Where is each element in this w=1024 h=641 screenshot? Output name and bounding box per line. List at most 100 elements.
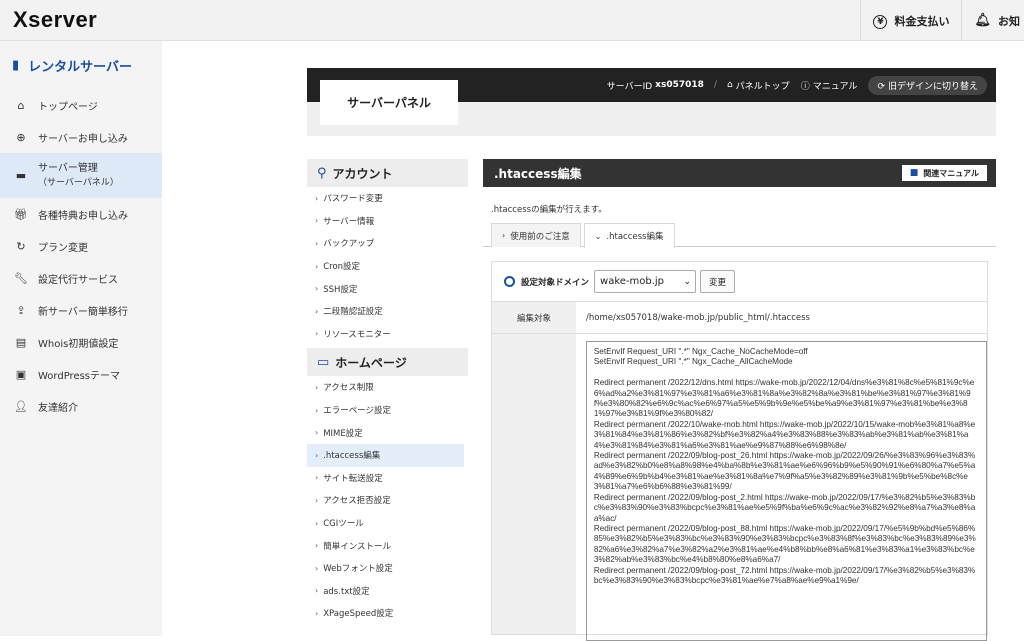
chevron-right-icon: › <box>315 608 319 618</box>
account-section-header: ⚲ アカウント <box>307 159 468 187</box>
menu-item-label: サーバー情報 <box>323 216 375 227</box>
sidebar-item-server-management[interactable]: ▬ サーバー管理 （サーバーパネル） <box>0 153 162 198</box>
chevron-right-icon: › <box>315 284 319 294</box>
menu-item-label: Cron設定 <box>323 262 361 273</box>
yen-icon: ¥ <box>873 13 888 29</box>
server-id-value: xs057018 <box>655 80 704 90</box>
menu-item[interactable]: › Cron設定 <box>307 255 468 278</box>
menu-item[interactable]: › アクセス制限 <box>307 376 468 399</box>
chevron-right-icon: › <box>315 428 319 438</box>
menu-item[interactable]: › エラーページ設定 <box>307 399 468 422</box>
menu-item[interactable]: › リソースモニター <box>307 323 468 346</box>
menu-item-label: ads.txt設定 <box>323 586 370 597</box>
manual-link[interactable]: マニュアル <box>813 79 858 92</box>
sidebar-item-top[interactable]: ⌂ トップページ <box>0 89 162 121</box>
sidebar-item-benefits[interactable]: 🎁︎ 各種特典お申し込み <box>0 198 162 230</box>
target-row: 編集対象 /home/xs057018/wake-mob.jp/public_h… <box>492 302 987 334</box>
notifications-button[interactable]: 🔔︎ お知 <box>961 0 1024 41</box>
htaccess-editor[interactable]: SetEnvIf Request_URI ".*" Ngx_Cache_NoCa… <box>585 341 987 641</box>
chevron-right-icon: › <box>315 563 319 573</box>
book-icon: ■ <box>909 168 919 178</box>
menu-item[interactable]: › .htaccess編集 <box>307 443 464 467</box>
sidebar-item-setup-service[interactable]: 🔧︎ 設定代行サービス <box>0 262 162 294</box>
payment-button[interactable]: ¥ 料金支払い <box>860 0 961 41</box>
homepage-section-header: ▭ ホームページ <box>307 348 468 377</box>
menu-item[interactable]: › パスワード変更 <box>307 187 468 210</box>
menu-item[interactable]: › サーバー情報 <box>307 210 468 233</box>
homepage-menu-list: › アクセス制限 › エラーページ設定 › MIME設定 › .htaccess編集 › サイト転… <box>307 376 468 625</box>
sidebar-item-server-order[interactable]: ⊕ サーバーお申し込み <box>0 121 162 153</box>
change-button[interactable]: 変更 <box>700 270 736 293</box>
domain-radio[interactable] <box>504 276 515 287</box>
server-icon: ▬ <box>15 169 27 182</box>
menu-item-label: SSH設定 <box>323 284 358 295</box>
panel-header-links: サーバーID xs057018 / ⌂ パネルトップ ⓘ マニュアル ⟳ 旧デザイ… <box>607 75 987 95</box>
menu-item[interactable]: › バックアップ <box>307 232 468 255</box>
top-bar: Xserver ¥ 料金支払い 🔔︎ お知 <box>0 0 1024 41</box>
content-tabs: › 使用前のご注意 ⌄ .htaccess編集 <box>483 223 996 248</box>
account-icon: ⚲ <box>317 165 327 181</box>
top-right-actions: ¥ 料金支払い 🔔︎ お知 <box>860 0 1024 41</box>
menu-item[interactable]: › 簡単インストール <box>307 534 468 557</box>
sidebar-item-wordpress-theme[interactable]: ▣ WordPressテーマ <box>0 358 162 390</box>
tab-htaccess-edit[interactable]: ⌄ .htaccess編集 <box>583 223 675 248</box>
chevron-right-icon: › <box>315 238 319 248</box>
chevron-right-icon: › <box>315 586 319 596</box>
menu-item-label: サイト転送設定 <box>323 473 383 484</box>
target-label: 編集対象 <box>492 302 576 333</box>
menu-item-label: Webフォント設定 <box>323 564 393 575</box>
menu-item[interactable]: › サイト転送設定 <box>307 467 468 490</box>
sidebar-item-migration[interactable]: ⇪ 新サーバー簡単移行 <box>0 294 162 326</box>
domain-select[interactable]: wake-mob.jp ⌄ <box>594 270 697 293</box>
help-icon: ⓘ <box>800 81 810 92</box>
menu-item-label: パスワード変更 <box>323 194 383 205</box>
menu-item[interactable]: › MIME設定 <box>307 421 468 444</box>
sidebar-title[interactable]: ▮ レンタルサーバー <box>0 41 162 89</box>
chevron-right-icon: › <box>315 495 319 505</box>
menu-item-label: MIME設定 <box>323 428 363 439</box>
friend-icon: 👤︎ <box>14 399 28 413</box>
chevron-right-icon: › <box>315 518 319 528</box>
menu-item[interactable]: › 二段階認証設定 <box>307 300 468 323</box>
menu-item-label: XPageSpeed設定 <box>323 609 394 620</box>
tab-notes[interactable]: › 使用前のご注意 <box>491 223 581 247</box>
sidebar: ▮ レンタルサーバー ⌂ トップページ ⊕ サーバーお申し込み ▬ サーバー管理… <box>0 41 162 636</box>
page-title: .htaccess編集 <box>494 166 582 181</box>
menu-item[interactable]: › ads.txt設定 <box>307 580 468 603</box>
menu-item-label: リソースモニター <box>323 329 391 340</box>
menu-item[interactable]: › XPageSpeed設定 <box>307 602 468 625</box>
rental-server-icon: ▮ <box>12 57 20 73</box>
menu-item[interactable]: › SSH設定 <box>307 277 468 300</box>
chevron-right-icon: › <box>315 261 319 271</box>
wrench-icon: 🔧︎ <box>14 271 28 285</box>
old-design-button[interactable]: ⟳ 旧デザインに切り替え <box>868 75 987 95</box>
chevron-right-icon: › <box>315 329 319 339</box>
panel-top-link[interactable]: パネルトップ <box>736 79 790 92</box>
document-icon: ▤ <box>15 335 27 349</box>
xserver-logo[interactable]: Xserver <box>13 7 97 33</box>
migrate-icon: ⇪ <box>16 303 26 317</box>
menu-item[interactable]: › CGIツール <box>307 512 468 535</box>
chevron-right-icon: › <box>315 382 319 392</box>
sidebar-item-plan-change[interactable]: ↻ プラン変更 <box>0 230 162 262</box>
server-id-label: サーバーID <box>606 81 653 92</box>
chevron-right-icon: › <box>315 541 319 551</box>
switch-icon: ⟳ <box>877 81 885 92</box>
refresh-icon: ↻ <box>16 239 26 253</box>
related-manual-button[interactable]: ■ 関連マニュアル <box>901 165 987 181</box>
content-title-bar: .htaccess編集 ■ 関連マニュアル <box>483 159 996 187</box>
target-path: /home/xs057018/wake-mob.jp/public_html/.… <box>586 312 810 323</box>
htaccess-content: .htaccess編集 ■ 関連マニュアル .htaccessの編集が行えます。… <box>483 159 996 641</box>
sidebar-item-whois[interactable]: ▤ Whois初期値設定 <box>0 326 162 358</box>
window-icon: ▣ <box>15 367 27 381</box>
chevron-right-icon: › <box>315 193 319 203</box>
plus-circle-icon: ⊕ <box>16 130 26 144</box>
sidebar-item-referral[interactable]: 👤︎ 友達紹介 <box>0 390 162 422</box>
menu-item[interactable]: › アクセス拒否設定 <box>307 489 468 512</box>
menu-item[interactable]: › Webフォント設定 <box>307 557 468 580</box>
menu-item-label: 簡単インストール <box>323 541 392 552</box>
chevron-right-icon: › <box>315 216 319 226</box>
server-panel-tab[interactable]: サーバーパネル <box>320 80 458 125</box>
account-menu-list: › パスワード変更 › サーバー情報 › バックアップ › Cron設定 › SSH設定 › 二段階認… <box>307 187 468 345</box>
sidebar-item-sublabel: （サーバーパネル） <box>38 177 119 188</box>
